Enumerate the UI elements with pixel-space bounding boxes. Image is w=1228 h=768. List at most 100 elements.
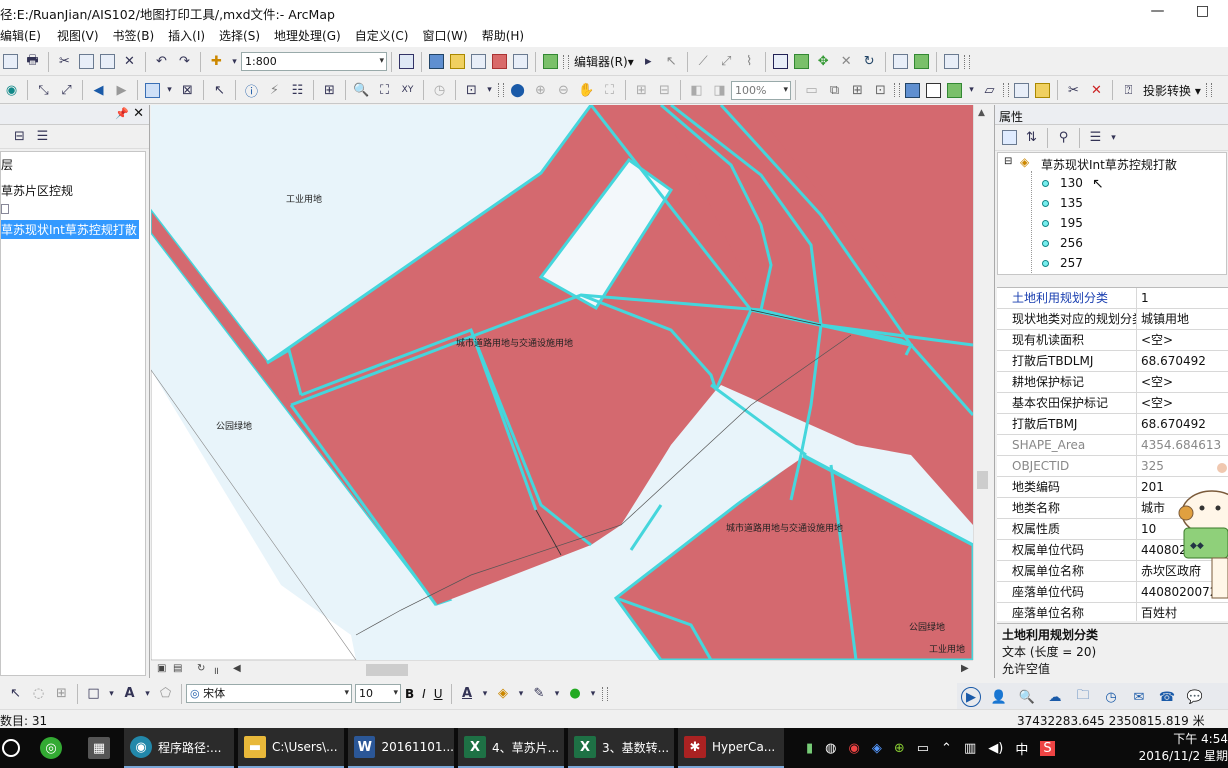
edit-vertices-icon[interactable] (772, 54, 788, 69)
toolbar-grip[interactable] (601, 686, 608, 701)
attribute-row[interactable]: 耕地保护标记 <空> (997, 372, 1228, 393)
menu-bookmarks[interactable]: 书签(B) (113, 27, 163, 44)
endpoint-arc-icon[interactable]: ⤢ (716, 52, 736, 72)
underline-button[interactable]: U (430, 687, 447, 701)
tree-layer-name[interactable]: 草苏现状Int草苏控规打散 (1041, 156, 1177, 173)
full-extent-icon[interactable]: ◉ (2, 80, 22, 100)
maximize-button[interactable]: □ (1180, 0, 1225, 24)
toolbar-grip[interactable] (498, 83, 504, 97)
pause-icon[interactable]: ॥ (213, 663, 219, 677)
edit-annotation-icon[interactable]: ↖ (661, 52, 681, 72)
close-icon[interactable]: ✕ (133, 106, 144, 121)
attribute-row[interactable]: 土地利用规划分类 1 (997, 288, 1228, 309)
find-icon[interactable]: 🔍 (352, 80, 372, 100)
field-value[interactable]: 城镇用地 (1137, 309, 1228, 329)
measure-icon[interactable]: ⊞ (320, 80, 340, 100)
scroll-up-icon[interactable]: ▲ (978, 108, 985, 118)
minimize-button[interactable]: — (1135, 0, 1180, 24)
layout-zoom-out-icon[interactable]: ⊕ (531, 80, 551, 100)
sogou-icon[interactable]: S (1040, 740, 1055, 756)
data-view-icon[interactable]: ▣ (157, 663, 166, 674)
html-popup-icon[interactable]: ☷ (288, 80, 308, 100)
menu-customize[interactable]: 自定义(C) (355, 27, 417, 44)
find-route-icon[interactable]: ⛶ (375, 80, 395, 100)
reshape-icon[interactable] (793, 54, 809, 69)
start-icon[interactable] (2, 739, 20, 757)
chevron-up-icon[interactable]: ⌃ (941, 741, 952, 756)
map-horizontal-scrollbar[interactable]: ▣ ▤ ↻ ॥ ◀ ▶ (151, 660, 973, 678)
field-value[interactable]: 68.670492 (1137, 351, 1228, 371)
map-vertical-scrollbar[interactable]: ▲ (973, 105, 990, 660)
toc-item-layers[interactable]: 层 (1, 156, 13, 173)
font-size-select[interactable]: 10 ▾ (355, 684, 401, 703)
scissors-icon[interactable]: ✂ (1064, 80, 1084, 100)
field-value[interactable]: 68.670492 (1137, 414, 1228, 434)
taskbar-pinned-app[interactable]: ◎ (40, 728, 68, 768)
layout-fixed-out-icon[interactable]: ⊟ (655, 80, 675, 100)
layer-visibility-checkbox[interactable] (1, 204, 9, 214)
paste-icon[interactable] (100, 54, 115, 69)
edit-tool-icon[interactable]: ▸ (638, 52, 658, 72)
select-elements-icon[interactable]: ↖ (210, 80, 230, 100)
projection-transform-menu[interactable]: 投影转换 ▾ (1140, 82, 1204, 99)
options-icon[interactable]: ☰ (1086, 128, 1106, 148)
toc-item-group[interactable]: 草苏片区控规 (1, 182, 73, 199)
folder-tray-icon[interactable]: ▭ (917, 741, 929, 756)
chevron-down-icon[interactable]: ▾ (516, 684, 526, 704)
layout-forward-icon[interactable]: ◨ (710, 80, 730, 100)
split-icon[interactable]: ✕ (836, 52, 856, 72)
marker-color-icon[interactable]: ● (565, 684, 585, 704)
layout-back-icon[interactable]: ◧ (687, 80, 707, 100)
layout-zoom-combo[interactable]: 100% ▾ (731, 80, 791, 100)
chevron-down-icon[interactable]: ▾ (230, 52, 240, 72)
symbology-icon[interactable] (1035, 82, 1050, 98)
chevron-down-icon[interactable]: ▾ (480, 684, 490, 704)
delete-red-icon[interactable]: ✕ (1087, 80, 1107, 100)
catalog-icon[interactable] (450, 54, 465, 69)
tree-feature[interactable]: 135 (1060, 196, 1083, 210)
redo-icon[interactable]: ↷ (175, 52, 195, 72)
layout-full-icon[interactable]: ⛶ (600, 80, 620, 100)
add-data-icon[interactable]: ✚ (207, 52, 227, 72)
taskbar-pinned-app[interactable]: ▦ (88, 728, 116, 768)
attributes-window-icon[interactable] (892, 54, 908, 69)
menu-windows[interactable]: 窗口(W) (422, 27, 475, 44)
chat-icon[interactable]: 💬 (1185, 687, 1205, 707)
layout-view-tab-icon[interactable]: ▤ (173, 663, 182, 674)
rectangle-icon[interactable] (926, 82, 941, 98)
georeference-icon[interactable] (947, 82, 962, 98)
volume-icon[interactable]: ◀) (988, 741, 1003, 756)
forward-arrow-icon[interactable]: ▶ (112, 80, 132, 100)
toolbar-grip[interactable] (1205, 83, 1212, 97)
menu-insert[interactable]: 插入(I) (168, 27, 213, 44)
scroll-right-icon[interactable]: ▶ (961, 663, 969, 674)
scrollbar-thumb[interactable] (977, 471, 988, 489)
attribute-row[interactable]: 现有机读面积 <空> (997, 330, 1228, 351)
network-app-icon[interactable]: ◈ (872, 741, 882, 756)
undo-icon[interactable]: ↶ (152, 52, 172, 72)
print-icon[interactable]: 🖶 (23, 52, 43, 72)
open-icon[interactable] (3, 54, 18, 69)
clock-icon[interactable]: ◷ (1101, 687, 1121, 707)
rectangle-tool-icon[interactable]: □ (84, 684, 104, 704)
chevron-down-icon[interactable]: ▾ (165, 80, 175, 100)
taskbar-app-arcmap[interactable]: ◉ 程序路径:... (124, 728, 234, 768)
field-value[interactable]: <空> (1137, 330, 1228, 350)
attribute-row[interactable]: 基本农田保护标记 <空> (997, 393, 1228, 414)
editor-toolbar-icon[interactable] (399, 54, 414, 69)
editor-menu[interactable]: 编辑器(R)▾ (571, 53, 637, 70)
toolbar-grip[interactable] (563, 54, 569, 69)
zoom-to-icon[interactable]: ⚲ (1054, 128, 1074, 148)
taskbar-app-excel[interactable]: X 4、草苏片... (458, 728, 564, 768)
map-scale-combo[interactable]: 1:800 ▾ (241, 52, 387, 71)
font-color-icon[interactable]: A (457, 684, 477, 704)
attribute-row[interactable]: 打散后TBMJ 68.670492 (997, 414, 1228, 435)
list-by-source-icon[interactable]: ⊟ (10, 127, 30, 147)
clear-selection-icon[interactable]: ⊠ (178, 80, 198, 100)
media-icon[interactable]: ◉ (849, 741, 860, 756)
focus-data-frame-icon[interactable]: ⧉ (825, 80, 845, 100)
help-icon[interactable]: ⍰ (1119, 80, 1139, 100)
chevron-down-icon[interactable]: ▾ (967, 80, 977, 100)
menu-help[interactable]: 帮助(H) (482, 27, 532, 44)
model-builder-icon[interactable] (543, 54, 558, 69)
